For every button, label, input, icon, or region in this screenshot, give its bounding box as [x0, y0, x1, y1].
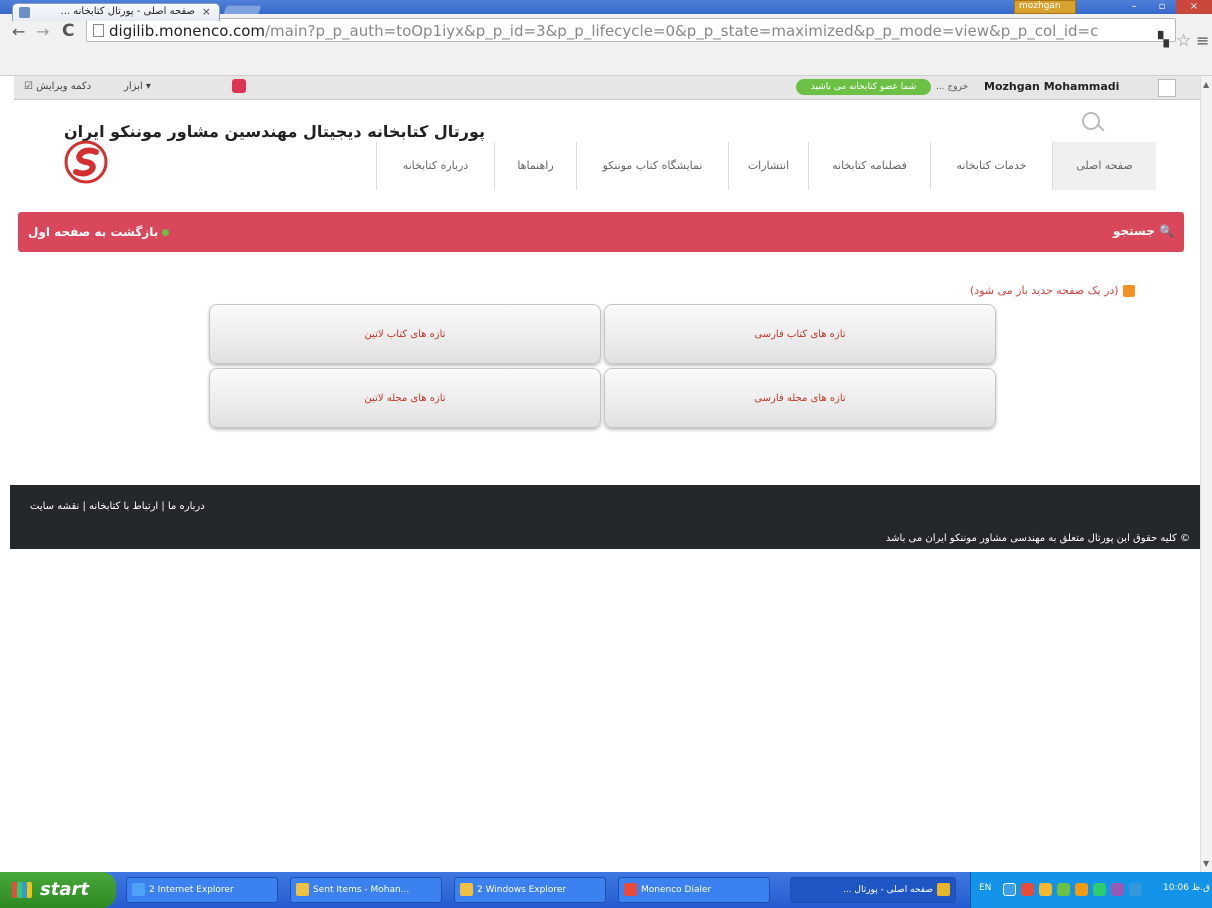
- forward-icon[interactable]: →: [36, 22, 49, 41]
- page-icon: [93, 24, 104, 37]
- nav-quarterly[interactable]: فصلنامه کتابخانه: [808, 142, 930, 190]
- footer-links[interactable]: درباره ما | ارتباط با کتابخانه | نقشه سا…: [30, 501, 205, 512]
- search-icon[interactable]: [1082, 112, 1100, 130]
- profile-badge[interactable]: mozhgan: [1014, 0, 1076, 14]
- tile-persian-books[interactable]: تازه های کتاب فارسی: [604, 304, 996, 364]
- ie-icon: [132, 883, 145, 896]
- clock[interactable]: 10:06 ق.ظ: [1163, 883, 1210, 893]
- tile-latin-books[interactable]: تازه های کتاب لاتین: [209, 304, 601, 364]
- main-nav: صفحه اصلی خدمات کتابخانه فصلنامه کتابخان…: [376, 142, 1158, 190]
- taskbar-item-dialer[interactable]: Monenco Dialer: [618, 877, 770, 903]
- volume-icon[interactable]: [1111, 883, 1124, 896]
- scroll-down-icon[interactable]: ▼: [1203, 859, 1209, 868]
- copyright-text: © کلیه حقوق این پورتال متعلق به مهندسی م…: [885, 533, 1190, 544]
- nav-home[interactable]: صفحه اصلی: [1052, 142, 1156, 190]
- nav-book-fair[interactable]: نمایشگاه کتاب موننکو: [576, 142, 728, 190]
- edit-controls-toggle[interactable]: دکمه ویرایش ☑: [24, 81, 91, 92]
- pin-icon[interactable]: [232, 79, 246, 93]
- nav-publications[interactable]: انتشارات: [728, 142, 808, 190]
- taskbar-item-outlook[interactable]: Sent Items - Mohan...: [290, 877, 442, 903]
- chrome-icon: [937, 883, 950, 896]
- nav-services[interactable]: خدمات کتابخانه: [930, 142, 1052, 190]
- avatar[interactable]: [1158, 79, 1176, 97]
- tab-title: صفحه اصلی - پورتال کتابخانه ...: [60, 6, 195, 17]
- back-to-home-link[interactable]: بازگشت به صفحه اول: [28, 225, 170, 239]
- signout-link[interactable]: خروج ...: [936, 82, 968, 92]
- network-icon[interactable]: [1003, 883, 1016, 896]
- windows-taskbar: start 2 Internet Explorer Sent Items - M…: [0, 872, 1212, 908]
- tile-latin-journals[interactable]: تازه های مجله لاتین: [209, 368, 601, 428]
- scroll-up-icon[interactable]: ▲: [1203, 80, 1209, 89]
- taskbar-item-explorer[interactable]: 2 Windows Explorer: [454, 877, 606, 903]
- explore-label: 🔍 جستجو: [1112, 224, 1174, 238]
- menu-icon[interactable]: ≡: [1196, 31, 1209, 50]
- vertical-scrollbar[interactable]: ▲ ▼: [1200, 76, 1212, 872]
- page-banner: بازگشت به صفحه اول 🔍 جستجو: [18, 212, 1184, 252]
- browser-tab[interactable]: صفحه اصلی - پورتال کتابخانه ... ×: [12, 3, 220, 21]
- rss-icon: [1122, 285, 1135, 297]
- folder-icon: [460, 883, 473, 896]
- system-tray: EN 10:06 ق.ظ: [970, 872, 1212, 908]
- tools-menu[interactable]: ▾ ابزار: [124, 81, 151, 92]
- sync-icon[interactable]: [1093, 883, 1106, 896]
- portal-dockbar: دکمه ویرایش ☑ ▾ ابزار شما عضو کتابخانه م…: [14, 76, 1200, 100]
- windows-flag-icon: [12, 882, 32, 898]
- monenco-logo[interactable]: [62, 138, 110, 186]
- shield-icon[interactable]: [1057, 883, 1070, 896]
- url-text: digilib.monenco.com/main?p_p_auth=toOp1i…: [109, 22, 1099, 40]
- bookmark-star-icon[interactable]: ☆: [1176, 31, 1191, 51]
- dialer-icon: [624, 883, 637, 896]
- outlook-tray-icon[interactable]: [1039, 883, 1052, 896]
- address-bar[interactable]: digilib.monenco.com/main?p_p_auth=toOp1i…: [86, 18, 1176, 42]
- browser-toolbar: ← → C digilib.monenco.com/main?p_p_auth=…: [0, 14, 1212, 76]
- user-name[interactable]: Mozhgan Mohammadi: [984, 80, 1119, 93]
- favicon-icon: [19, 7, 30, 18]
- site-title: پورتال کتابخانه دیجیتال مهندسین مشاور مو…: [64, 122, 486, 141]
- maximize-button[interactable]: ▫: [1148, 0, 1176, 14]
- language-indicator[interactable]: EN: [979, 883, 991, 893]
- taskbar-item-chrome[interactable]: صفحه اصلی - پورتال ...: [790, 877, 956, 903]
- tile-persian-journals[interactable]: تازه های مجله فارسی: [604, 368, 996, 428]
- update-icon[interactable]: [1075, 883, 1088, 896]
- tab-close-icon[interactable]: ×: [202, 5, 211, 18]
- outlook-icon: [296, 883, 309, 896]
- nav-guides[interactable]: راهنماها: [494, 142, 576, 190]
- reload-icon[interactable]: C: [62, 21, 74, 41]
- extension-icon[interactable]: ▚: [1158, 32, 1169, 48]
- close-window-button[interactable]: ×: [1176, 0, 1212, 14]
- antivirus-icon[interactable]: [1021, 883, 1034, 896]
- green-dot-icon: [162, 229, 170, 236]
- site-header: پورتال کتابخانه دیجیتال مهندسین مشاور مو…: [14, 100, 1200, 192]
- messenger-icon[interactable]: [1129, 883, 1142, 896]
- site-footer: درباره ما | ارتباط با کتابخانه | نقشه سا…: [10, 485, 1200, 549]
- nav-about[interactable]: درباره کتابخانه: [376, 142, 494, 190]
- minimize-button[interactable]: –: [1120, 0, 1148, 14]
- back-icon[interactable]: ←: [12, 22, 25, 41]
- taskbar-item-ie[interactable]: 2 Internet Explorer: [126, 877, 278, 903]
- member-badge: شما عضو کتابخانه می باشید: [796, 79, 931, 95]
- rss-note[interactable]: (در یک صفحه جدید باز می شود): [970, 284, 1135, 297]
- start-button[interactable]: start: [0, 872, 116, 908]
